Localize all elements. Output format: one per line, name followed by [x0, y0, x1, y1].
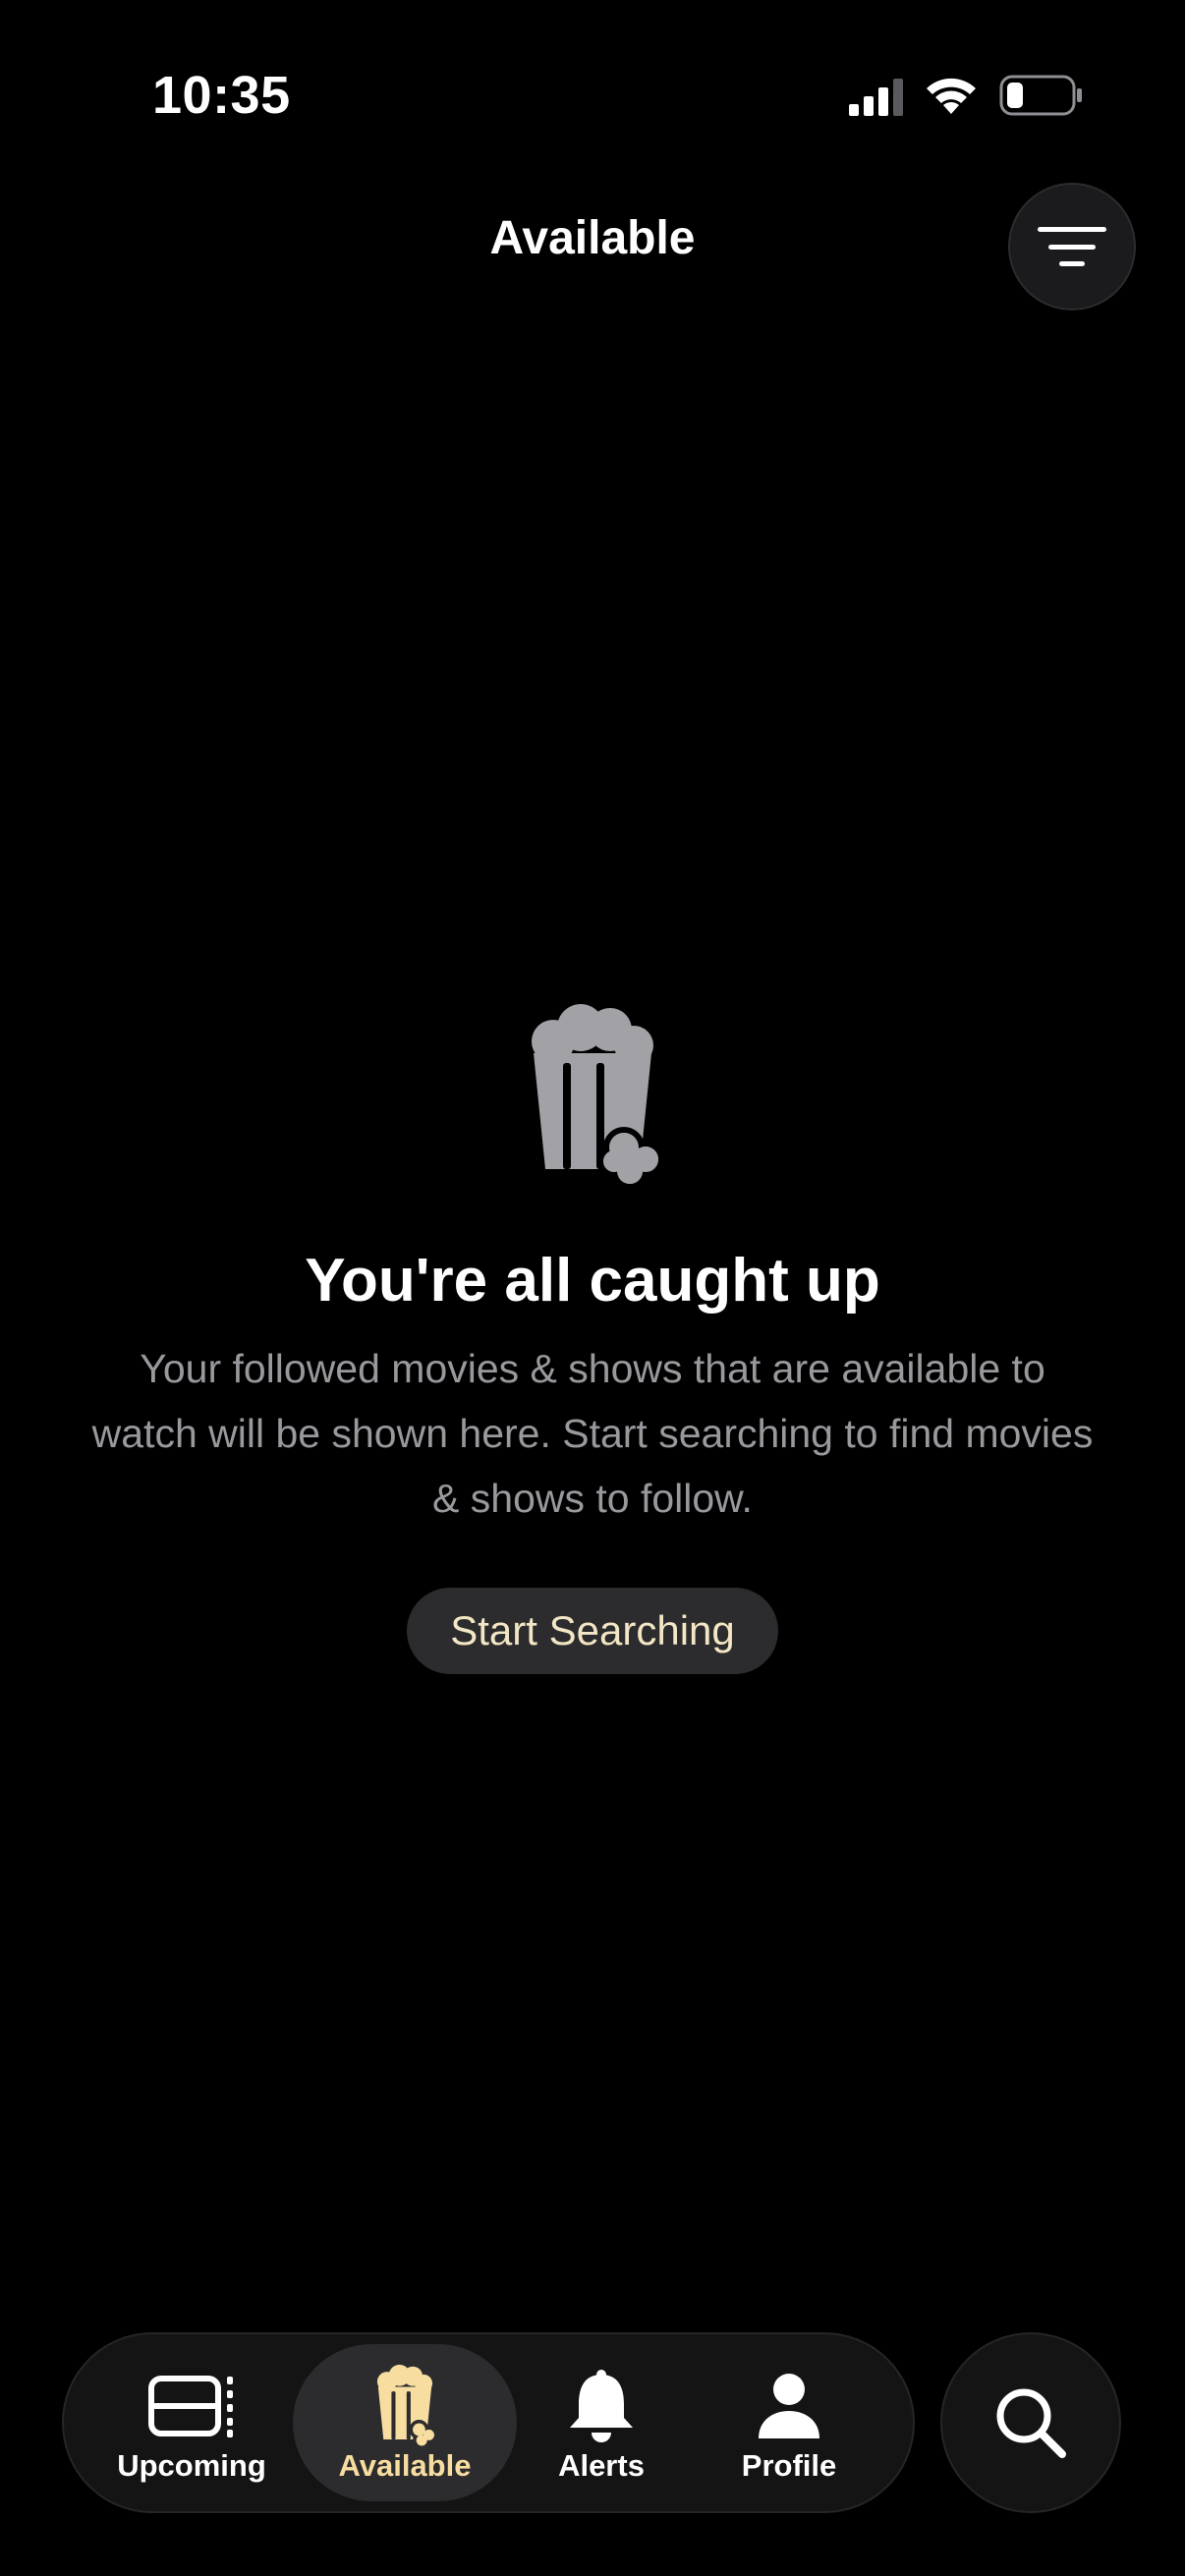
tab-label-profile: Profile [741, 2448, 837, 2483]
tab-upcoming[interactable]: Upcoming [93, 2344, 290, 2501]
person-icon [759, 2374, 819, 2438]
bell-icon [570, 2370, 633, 2442]
tab-label-alerts: Alerts [558, 2448, 645, 2483]
search-icon [996, 2388, 1066, 2458]
start-searching-button[interactable]: Start Searching [407, 1588, 778, 1674]
cellular-signal-icon [849, 79, 903, 116]
empty-state-description: Your followed movies & shows that are av… [91, 1346, 1094, 1521]
calendar-stack-icon [148, 2376, 233, 2437]
filter-lines-icon [1038, 227, 1106, 266]
popcorn-icon [532, 1004, 661, 1189]
tab-available[interactable]: Available [293, 2344, 517, 2501]
search-button[interactable] [940, 2332, 1121, 2513]
filter-button[interactable] [1008, 183, 1136, 310]
popcorn-icon [376, 2364, 437, 2448]
tab-profile[interactable]: Profile [710, 2344, 868, 2501]
tab-alerts[interactable]: Alerts [523, 2344, 680, 2501]
tab-label-available: Available [338, 2448, 472, 2483]
page-title: Available [489, 212, 696, 264]
empty-state-title: You're all caught up [305, 1247, 880, 1315]
tab-label-upcoming: Upcoming [117, 2448, 266, 2483]
status-time: 10:35 [152, 66, 291, 125]
wifi-icon [927, 78, 976, 114]
status-bar: 10:35 [0, 0, 1185, 187]
battery-icon [999, 75, 1082, 116]
tab-bar: Upcoming Available Alerts Profile [62, 2332, 915, 2513]
